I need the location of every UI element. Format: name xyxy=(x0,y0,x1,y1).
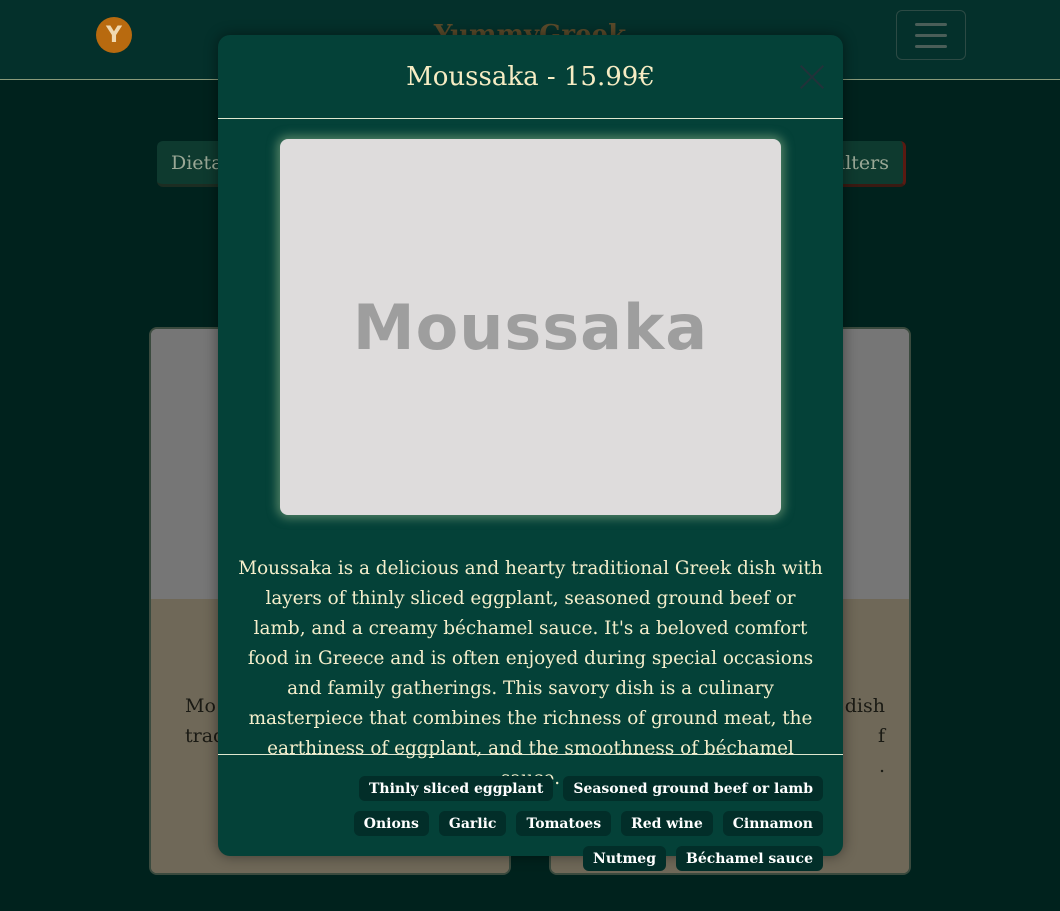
ingredient-tag: Béchamel sauce xyxy=(676,846,823,871)
ingredient-tag: Cinnamon xyxy=(722,811,823,836)
ingredient-tag: Garlic xyxy=(438,811,507,836)
ingredient-tags: Thinly sliced eggplant Seasoned ground b… xyxy=(283,776,823,871)
dish-modal: Moussaka - 15.99€ Moussaka Moussaka is a… xyxy=(218,35,843,871)
ingredient-tag: Onions xyxy=(353,811,429,836)
ingredient-tag: Red wine xyxy=(621,811,713,836)
ingredient-tag: Seasoned ground beef or lamb xyxy=(563,776,823,801)
hamburger-icon xyxy=(915,44,947,48)
modal-footer: Thinly sliced eggplant Seasoned ground b… xyxy=(218,754,843,871)
ingredient-tag: Tomatoes xyxy=(516,811,612,836)
ingredient-tag: Thinly sliced eggplant xyxy=(358,776,554,801)
hamburger-icon xyxy=(915,33,947,37)
dish-image: Moussaka xyxy=(280,139,781,515)
dish-image-placeholder-text: Moussaka xyxy=(352,290,709,364)
menu-toggle-button[interactable] xyxy=(896,10,966,60)
modal-header: Moussaka - 15.99€ xyxy=(218,35,843,119)
ingredient-tag: Nutmeg xyxy=(583,846,666,871)
hamburger-icon xyxy=(915,22,947,26)
close-icon[interactable] xyxy=(799,64,825,90)
modal-title: Moussaka - 15.99€ xyxy=(406,61,655,92)
